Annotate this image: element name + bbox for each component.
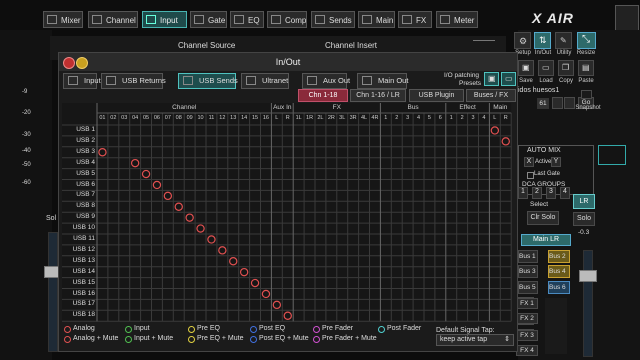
column-label: 3 (471, 115, 475, 121)
column-label: 2 (460, 115, 464, 121)
default-signal-tap-select[interactable]: keep active tap ⇕ (436, 334, 514, 346)
legend-swatch (250, 336, 257, 343)
legend-label: Post Fader (387, 325, 422, 332)
legend-swatch (250, 326, 257, 333)
legend-label: Analog + Mute (73, 335, 119, 342)
row-label: USB 18 (72, 311, 95, 319)
legend-swatch (188, 336, 195, 343)
column-label: 4R (371, 115, 379, 121)
row-label: USB 15 (72, 278, 95, 286)
column-label: R (285, 115, 290, 121)
column-label: 06 (153, 115, 160, 121)
column-label: 4L (360, 115, 368, 121)
row-label: USB 6 (76, 180, 95, 188)
legend-swatch (313, 326, 320, 333)
row-label: USB 9 (76, 213, 95, 221)
column-label: 4 (482, 115, 486, 121)
group-label: Aux In (273, 104, 292, 111)
column-label: 2L (317, 115, 324, 121)
column-label: 1R (306, 115, 314, 121)
column-label: 1 (449, 115, 453, 121)
group-label: Effect (459, 104, 476, 111)
row-label: USB 1 (76, 126, 95, 133)
chevron-updown-icon: ⇕ (504, 336, 510, 343)
row-label: USB 10 (72, 224, 95, 232)
row-label: USB 13 (72, 256, 95, 264)
column-label: 3R (349, 115, 357, 121)
column-label: 1L (295, 115, 302, 121)
row-label: USB 17 (72, 300, 95, 308)
column-label: 11 (208, 115, 215, 121)
row-label: USB 7 (76, 191, 95, 199)
column-label: 14 (241, 115, 248, 121)
column-label: 16 (262, 115, 269, 121)
row-label: USB 11 (73, 235, 95, 242)
legend-swatch (64, 326, 71, 333)
row-label: USB 8 (76, 202, 95, 210)
row-label: USB 3 (76, 147, 95, 155)
legend-label: Post EQ + Mute (259, 335, 309, 342)
legend-swatch (64, 336, 71, 343)
column-label: 2 (395, 115, 399, 121)
column-label: 07 (164, 115, 171, 121)
legend-label: Pre EQ + Mute (197, 335, 244, 342)
column-label: 1 (384, 115, 388, 121)
column-label: 02 (110, 115, 117, 121)
column-label: R (503, 115, 508, 121)
group-label: Main (493, 104, 508, 111)
legend-swatch (188, 326, 195, 333)
column-label: 3 (406, 115, 410, 121)
legend-swatch (313, 336, 320, 343)
column-label: 08 (175, 115, 182, 121)
routing-matrix[interactable] (0, 0, 640, 360)
column-label: 3L (339, 115, 346, 121)
legend-swatch (125, 326, 132, 333)
column-label: 13 (230, 115, 237, 121)
row-label: USB 4 (76, 158, 95, 166)
column-label: 04 (132, 115, 139, 121)
row-label: USB 16 (72, 289, 95, 297)
row-label: USB 14 (72, 267, 95, 275)
column-label: 01 (99, 115, 106, 121)
column-label: 03 (121, 115, 128, 121)
column-label: 10 (197, 115, 204, 121)
column-label: 6 (438, 115, 442, 121)
row-label: USB 12 (72, 245, 95, 253)
legend-label: Input + Mute (134, 335, 174, 342)
row-label: USB 5 (76, 169, 95, 177)
legend-label: Pre EQ (197, 325, 220, 332)
group-label: FX (332, 104, 341, 111)
column-label: 12 (219, 115, 226, 121)
column-label: 2R (327, 115, 335, 121)
column-label: 5 (427, 115, 431, 121)
legend-label: Pre Fader + Mute (322, 335, 377, 342)
legend-label: Input (134, 325, 150, 332)
group-label: Channel (172, 104, 197, 111)
legend-swatch (125, 336, 132, 343)
group-label: Bus (407, 104, 419, 111)
column-label: 15 (251, 115, 259, 121)
default-signal-tap-label: Default Signal Tap: (436, 327, 495, 334)
row-label: USB 2 (76, 136, 95, 144)
column-label: 4 (417, 115, 421, 121)
legend-swatch (378, 326, 385, 333)
column-label: 05 (142, 115, 150, 121)
legend-label: Analog (73, 325, 95, 332)
legend-label: Pre Fader (322, 325, 354, 332)
legend-label: Post EQ (259, 325, 286, 332)
column-label: L (493, 115, 497, 121)
column-label: L (275, 115, 279, 121)
column-label: 09 (186, 115, 193, 121)
